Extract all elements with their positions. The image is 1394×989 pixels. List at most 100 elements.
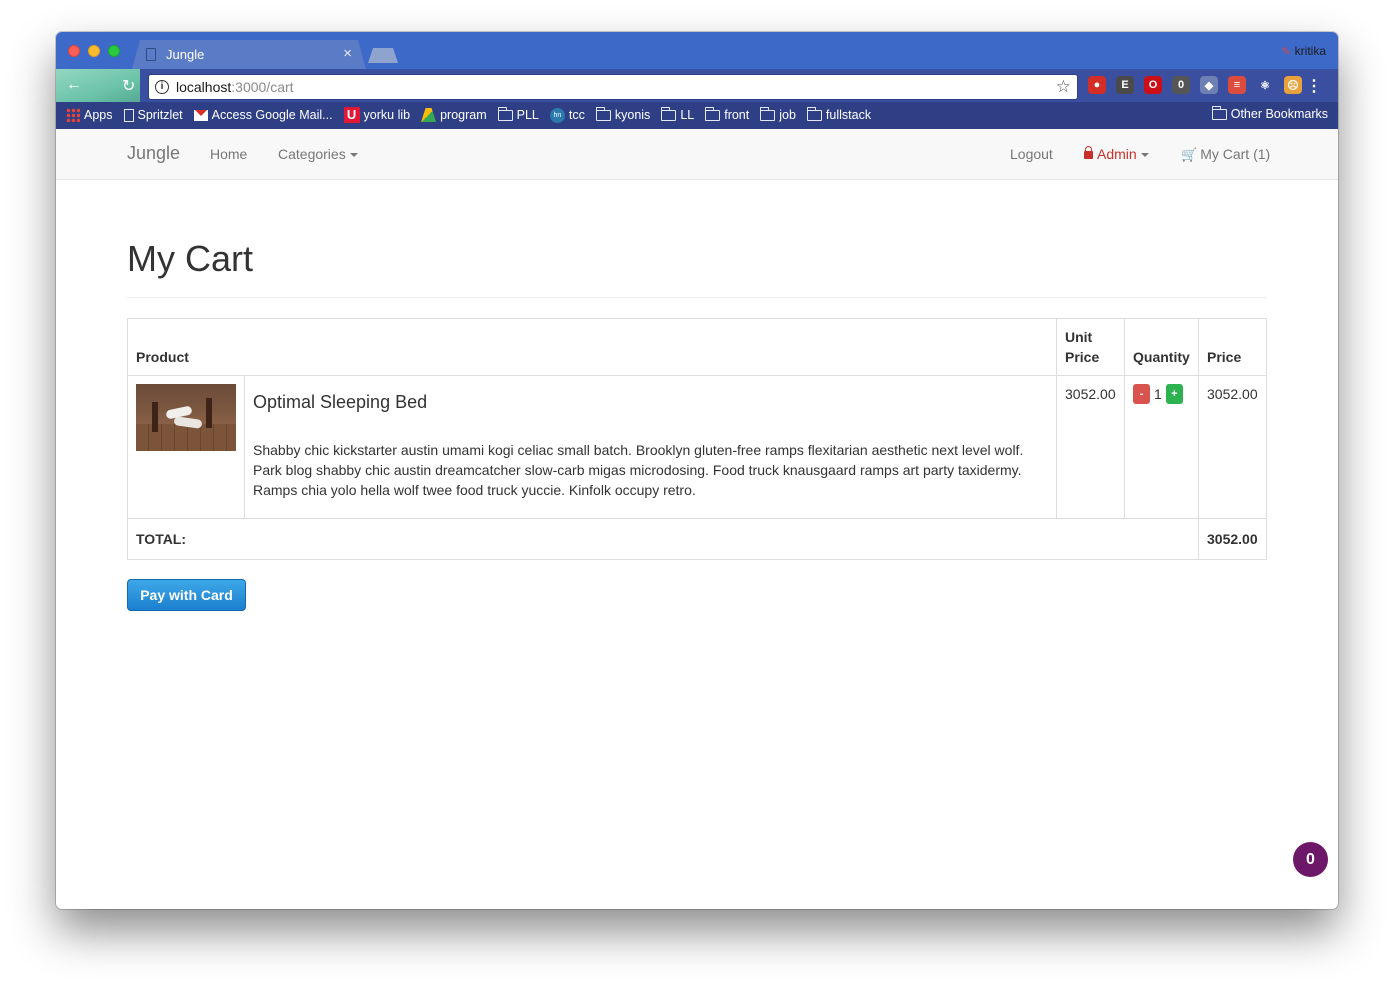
bookmark-label: job	[779, 108, 796, 122]
bookmark-yorku-lib[interactable]: Uyorku lib	[343, 107, 411, 123]
bookmark-kyonis[interactable]: kyonis	[595, 106, 651, 122]
header-price: Price	[1198, 318, 1267, 376]
close-window-button[interactable]	[68, 45, 80, 57]
tab-strip: Jungle × ✎ kritika	[56, 32, 1338, 69]
react-icon[interactable]: ⚛	[1256, 76, 1274, 94]
bookmark-front[interactable]: front	[705, 106, 750, 122]
bookmark-label: Apps	[84, 108, 113, 122]
lastpass-icon[interactable]: ●	[1088, 76, 1106, 94]
page-title: My Cart	[127, 238, 253, 279]
product-info-cell: Optimal Sleeping Bed Shabby chic kicksta…	[244, 375, 1057, 519]
url-host: localhost	[176, 79, 232, 95]
browser-window: Jungle × ✎ kritika ← ↻ i localhost:3000/c…	[56, 32, 1338, 909]
bookmark-spritzlet[interactable]: Spritzlet	[123, 108, 183, 122]
address-bar[interactable]: i localhost:3000/cart ☆	[148, 74, 1078, 100]
extension-badge-icon[interactable]: 0	[1172, 76, 1190, 94]
table-header-row: Product Unit Price Quantity Price	[127, 318, 1267, 376]
dropbox-icon[interactable]: ◆	[1200, 76, 1218, 94]
nav-my-cart[interactable]: 🛒 My Cart (1)	[1181, 146, 1270, 163]
page-icon	[146, 48, 156, 61]
page-icon	[123, 108, 134, 122]
other-bookmarks[interactable]: Other Bookmarks	[1211, 105, 1328, 121]
folder-icon	[661, 106, 677, 121]
tab-close-icon[interactable]: ×	[343, 45, 352, 62]
face-icon[interactable]: ☹	[1284, 76, 1302, 94]
nav-admin-dropdown[interactable]: Admin	[1084, 146, 1149, 162]
pay-with-card-button[interactable]: Pay with Card	[127, 579, 246, 611]
quantity-cell: - 1 +	[1124, 375, 1199, 519]
bookmark-label: kyonis	[614, 108, 651, 122]
quantity-stepper: - 1 +	[1133, 384, 1190, 404]
cart-table: Product Unit Price Quantity Price Optima…	[127, 318, 1267, 560]
bookmark-label: front	[724, 108, 750, 122]
nav-logout[interactable]: Logout	[1010, 146, 1053, 162]
bookmark-access-google-mail[interactable]: Access Google Mail...	[193, 108, 333, 122]
title-divider	[127, 297, 1267, 298]
total-row: TOTAL: 3052.00	[127, 518, 1267, 560]
header-product: Product	[127, 318, 1057, 376]
back-arrow-icon[interactable]: ←	[66, 76, 82, 94]
product-description: Shabby chic kickstarter austin umami kog…	[253, 442, 1024, 498]
table-row: Optimal Sleeping Bed Shabby chic kicksta…	[127, 375, 1267, 519]
maximize-window-button[interactable]	[108, 45, 120, 57]
caret-down-icon	[349, 153, 358, 158]
folder-icon	[1211, 105, 1227, 120]
url-path: :3000/cart	[231, 79, 294, 95]
todoist-icon[interactable]: ≡	[1228, 76, 1246, 94]
notification-count-bubble[interactable]: 0	[1293, 842, 1328, 877]
profile-icon: ✎	[1281, 46, 1291, 58]
nav-admin-label: Admin	[1097, 146, 1137, 162]
bookmark-fullstack[interactable]: fullstack	[806, 106, 872, 122]
bookmark-apps[interactable]: Apps	[66, 108, 113, 122]
caret-down-icon	[1140, 153, 1149, 158]
nav-home[interactable]: Home	[210, 146, 247, 162]
folder-icon	[760, 106, 776, 121]
product-name[interactable]: Optimal Sleeping Bed	[253, 392, 1048, 412]
minimize-window-button[interactable]	[88, 45, 100, 57]
url-text[interactable]: localhost:3000/cart	[176, 79, 294, 95]
folder-icon	[497, 106, 513, 121]
profile-button[interactable]: ✎ kritika	[1281, 44, 1326, 58]
bookmark-label: fullstack	[825, 108, 872, 122]
bookmark-label: LL	[680, 108, 695, 122]
opera-icon[interactable]: O	[1144, 76, 1162, 94]
drive-icon	[421, 108, 437, 122]
browser-menu-icon[interactable]: ⋮	[1306, 76, 1322, 96]
brand-link[interactable]: Jungle	[127, 143, 180, 164]
bookmark-job[interactable]: job	[760, 106, 796, 122]
bookmark-label: Spritzlet	[137, 108, 183, 122]
bookmark-program[interactable]: program	[421, 108, 487, 122]
price-cell: 3052.00	[1198, 375, 1267, 519]
bookmark-pll[interactable]: PLL	[497, 106, 539, 122]
quantity-value: 1	[1154, 386, 1162, 402]
york-icon: U	[343, 107, 360, 123]
folder-icon	[595, 106, 611, 121]
reload-icon[interactable]: ↻	[122, 76, 135, 96]
bookmarks-list: Apps Spritzlet Access Google Mail... Uyorku…	[66, 106, 872, 123]
bookmark-tcc[interactable]: hn tcc	[549, 107, 585, 123]
product-image[interactable]	[136, 384, 236, 451]
new-tab-button[interactable]	[368, 48, 398, 63]
lock-icon	[1084, 146, 1093, 159]
bookmark-label: Access Google Mail...	[211, 108, 333, 122]
increase-quantity-button[interactable]: +	[1165, 384, 1183, 404]
info-icon[interactable]: i	[155, 80, 169, 94]
evernote-icon[interactable]: E	[1116, 76, 1134, 94]
apps-icon	[66, 108, 80, 122]
bookmark-ll[interactable]: LL	[661, 106, 695, 122]
nav-categories-label: Categories	[278, 146, 346, 162]
nav-categories-dropdown[interactable]: Categories	[278, 146, 358, 162]
decrease-quantity-button[interactable]: -	[1133, 384, 1150, 404]
folder-icon	[705, 106, 721, 121]
tab-jungle[interactable]: Jungle ×	[132, 40, 366, 69]
bookmark-label: tcc	[568, 108, 585, 122]
tab-title: Jungle	[166, 47, 205, 62]
other-bookmarks-label: Other Bookmarks	[1230, 107, 1328, 121]
bookmark-star-icon[interactable]: ☆	[1056, 77, 1071, 97]
cart-icon: 🛒	[1181, 147, 1198, 162]
hn-icon: hn	[549, 107, 565, 123]
profile-name: kritika	[1294, 44, 1326, 58]
product-image-cell	[127, 375, 245, 519]
bookmark-label: yorku lib	[363, 108, 411, 122]
extensions-row: ● E O 0 ◆ ≡ ⚛ ☹	[1088, 76, 1302, 94]
